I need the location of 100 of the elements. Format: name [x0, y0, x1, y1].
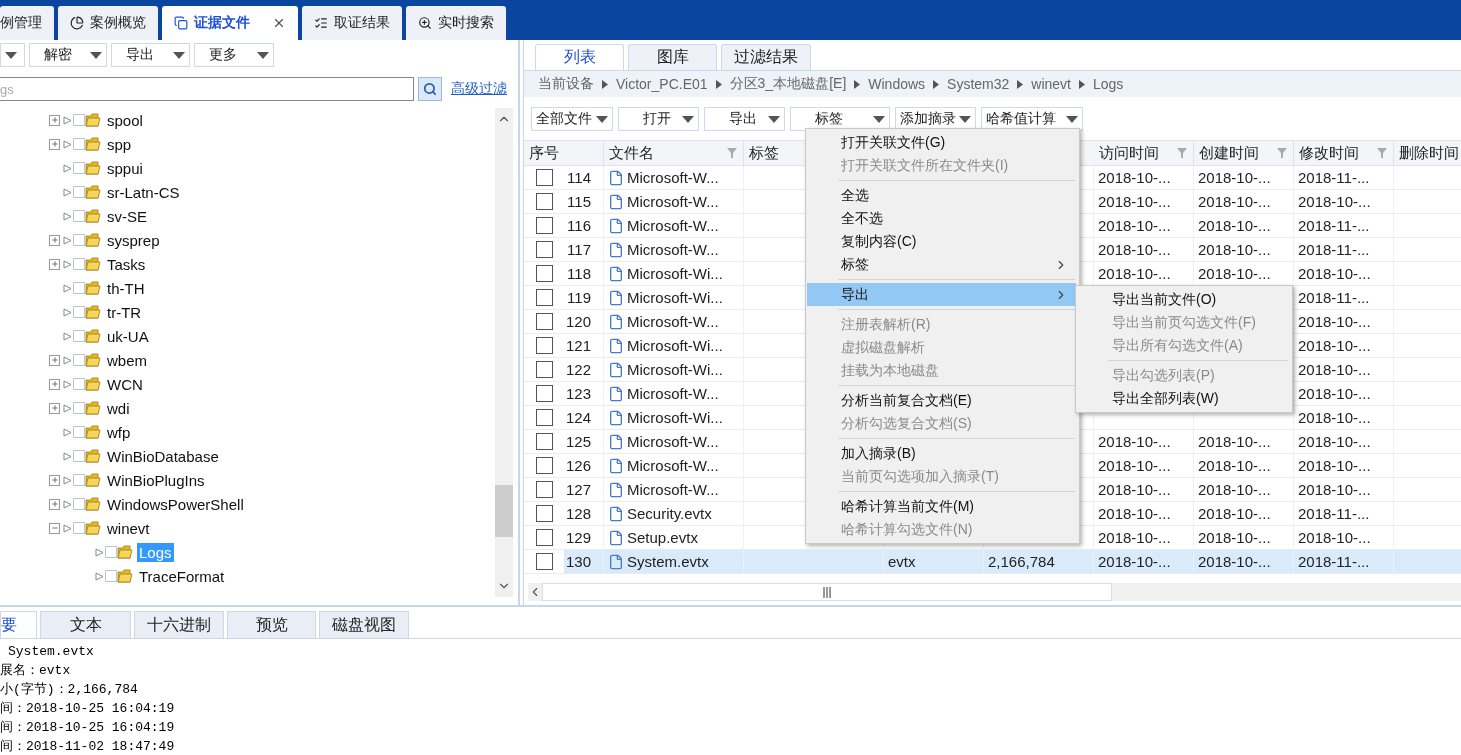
- tree-item[interactable]: spp: [105, 134, 134, 154]
- row-checkbox[interactable]: [535, 481, 553, 498]
- menu-item[interactable]: 哈希计算当前文件(M): [807, 495, 1076, 518]
- menu-item[interactable]: 导出全部列表(W): [1077, 387, 1289, 410]
- tab[interactable]: 证据文件: [162, 6, 298, 40]
- menu-item[interactable]: 打开关联文件(G): [807, 131, 1076, 154]
- filter-icon[interactable]: [1277, 148, 1287, 158]
- row-checkbox[interactable]: [535, 457, 553, 474]
- tab[interactable]: 预览: [227, 611, 316, 638]
- dropdown-button[interactable]: 打开: [618, 107, 699, 131]
- breadcrumb-item[interactable]: Windows: [868, 76, 926, 92]
- dropdown-button[interactable]: 标签: [790, 107, 890, 131]
- search-field[interactable]: gs: [0, 77, 414, 101]
- expand-icon[interactable]: [49, 402, 60, 414]
- row-checkbox[interactable]: [535, 529, 553, 546]
- row-checkbox[interactable]: [535, 265, 553, 282]
- tab[interactable]: 案例概览: [58, 6, 158, 40]
- dropdown-button[interactable]: 添加摘录: [895, 107, 976, 131]
- dropdown-button[interactable]: 解密: [29, 43, 107, 67]
- tree-item[interactable]: WinBioDatabase: [105, 446, 221, 466]
- column-header[interactable]: 序号: [524, 141, 604, 165]
- row-checkbox[interactable]: [535, 337, 553, 354]
- tree-item[interactable]: WinBioPlugIns: [105, 470, 207, 490]
- row-checkbox[interactable]: [535, 409, 553, 426]
- tree-item[interactable]: TraceFormat: [137, 566, 227, 586]
- tree-item[interactable]: sv-SE: [105, 206, 149, 226]
- dropdown-button[interactable]: [0, 43, 25, 67]
- column-header[interactable]: 文件名: [604, 141, 744, 165]
- tree-item[interactable]: sr-Latn-CS: [105, 182, 182, 202]
- tab[interactable]: 图库: [628, 44, 717, 70]
- dropdown-button[interactable]: 导出: [111, 43, 190, 67]
- menu-item[interactable]: 分析当前复合文档(E): [807, 389, 1076, 412]
- close-icon[interactable]: [272, 16, 286, 30]
- expand-icon[interactable]: [49, 258, 60, 270]
- tree-item[interactable]: wfp: [105, 422, 133, 442]
- breadcrumb-item[interactable]: winevt: [1031, 76, 1071, 92]
- breadcrumb-item[interactable]: 分区3_本地磁盘[E]: [729, 75, 847, 93]
- menu-item[interactable]: 全不选: [807, 207, 1076, 230]
- column-header[interactable]: 访问时间: [1094, 141, 1194, 165]
- dropdown-button[interactable]: 更多: [194, 43, 274, 67]
- expand-icon[interactable]: [49, 114, 60, 126]
- row-checkbox[interactable]: [535, 289, 553, 306]
- column-header[interactable]: 创建时间: [1194, 141, 1294, 165]
- tree-item[interactable]: WindowsPowerShell: [105, 494, 246, 514]
- tab[interactable]: 例管理: [0, 6, 54, 40]
- filter-icon[interactable]: [1177, 148, 1187, 158]
- menu-item[interactable]: 复制内容(C): [807, 230, 1076, 253]
- breadcrumb-item[interactable]: System32: [947, 76, 1010, 92]
- row-checkbox[interactable]: [535, 217, 553, 234]
- menu-item[interactable]: 加入摘录(B): [807, 442, 1076, 465]
- menu-item[interactable]: 全选: [807, 184, 1076, 207]
- row-checkbox[interactable]: [535, 385, 553, 402]
- row-checkbox[interactable]: [535, 313, 553, 330]
- menu-item[interactable]: 导出当前文件(O): [1077, 288, 1289, 311]
- search-button[interactable]: [418, 77, 442, 101]
- collapse-icon[interactable]: [49, 522, 60, 534]
- tree-item[interactable]: th-TH: [105, 278, 147, 298]
- scrollbar[interactable]: [495, 108, 513, 597]
- dropdown-button[interactable]: 导出: [704, 107, 785, 131]
- row-checkbox[interactable]: [535, 169, 553, 186]
- expand-icon[interactable]: [49, 498, 60, 510]
- tab[interactable]: 列表: [535, 44, 624, 70]
- scrollbar[interactable]: [528, 583, 1461, 601]
- row-checkbox[interactable]: [535, 553, 553, 570]
- row-checkbox[interactable]: [535, 361, 553, 378]
- filter-icon[interactable]: [727, 148, 737, 158]
- tree-item[interactable]: wbem: [105, 350, 149, 370]
- expand-icon[interactable]: [49, 138, 60, 150]
- tree-item[interactable]: wdi: [105, 398, 132, 418]
- dropdown-button[interactable]: 全部文件: [531, 107, 613, 131]
- expand-icon[interactable]: [49, 474, 60, 486]
- filter-icon[interactable]: [1377, 148, 1387, 158]
- tab[interactable]: 实时搜索: [406, 6, 506, 40]
- tree-item[interactable]: sppui: [105, 158, 145, 178]
- row-checkbox[interactable]: [535, 433, 553, 450]
- tab[interactable]: 过滤结果: [721, 44, 811, 70]
- breadcrumb-item[interactable]: Logs: [1093, 76, 1124, 92]
- column-header[interactable]: 删除时间: [1394, 141, 1461, 165]
- breadcrumb-item[interactable]: 当前设备: [538, 75, 594, 93]
- tree-item[interactable]: uk-UA: [105, 326, 151, 346]
- tab[interactable]: 取证结果: [302, 6, 402, 40]
- tab[interactable]: 磁盘视图: [319, 611, 409, 638]
- expand-icon[interactable]: [49, 354, 60, 366]
- row-checkbox[interactable]: [535, 193, 553, 210]
- menu-item[interactable]: 导出: [807, 283, 1076, 306]
- row-checkbox[interactable]: [535, 241, 553, 258]
- tree-item[interactable]: spool: [105, 110, 145, 130]
- tree-item[interactable]: winevt: [105, 518, 152, 538]
- tab[interactable]: 十六进制: [134, 611, 224, 638]
- tab[interactable]: 文本: [40, 611, 131, 638]
- advanced-filter-link[interactable]: 高级过滤: [451, 80, 507, 98]
- expand-icon[interactable]: [49, 234, 60, 246]
- column-header[interactable]: 修改时间: [1294, 141, 1394, 165]
- menu-item[interactable]: 标签: [807, 253, 1076, 276]
- dropdown-button[interactable]: 哈希值计算: [981, 107, 1083, 131]
- breadcrumb-item[interactable]: Victor_PC.E01: [616, 76, 708, 92]
- tree-item[interactable]: WCN: [105, 374, 145, 394]
- tree-item[interactable]: Tasks: [105, 254, 148, 274]
- scrollbar-thumb[interactable]: [495, 485, 513, 537]
- tree-item[interactable]: tr-TR: [105, 302, 144, 322]
